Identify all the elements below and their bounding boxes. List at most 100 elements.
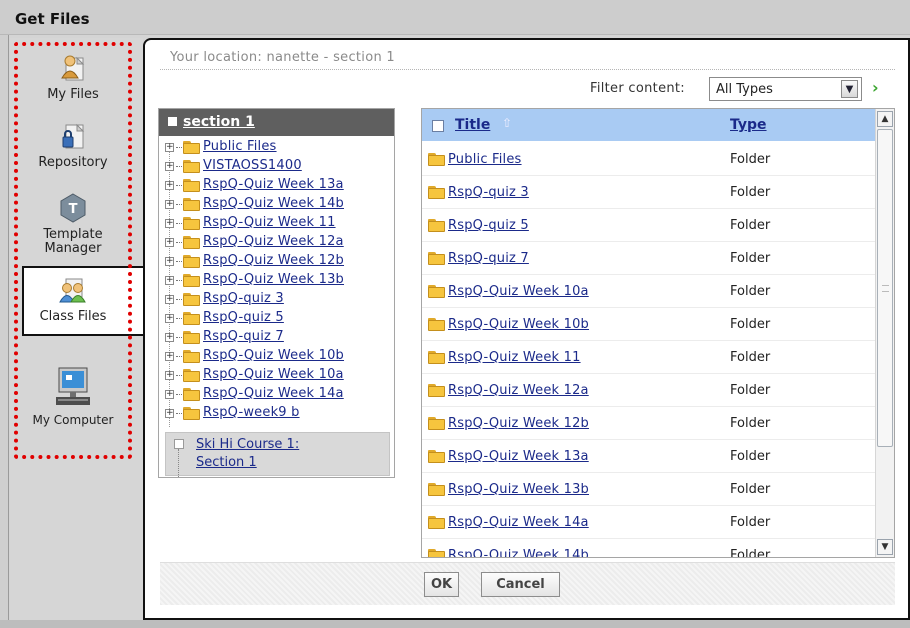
file-link[interactable]: RspQ-quiz 5 [448,218,529,233]
expand-icon[interactable]: + [165,313,174,323]
tree-root-label[interactable]: section 1 [183,114,255,130]
tree-item[interactable]: + RspQ-Quiz Week 12b [165,253,344,269]
nav-item-my-computer[interactable]: My Computer [14,365,132,427]
list-item[interactable]: RspQ-quiz 3 Folder [422,176,875,209]
file-link[interactable]: RspQ-Quiz Week 13b [448,482,589,497]
file-link[interactable]: RspQ-Quiz Week 14a [448,515,589,530]
folder-icon [183,349,200,363]
nav-item-class-files[interactable]: Class Files [14,276,132,324]
tree-item-link[interactable]: VISTAOSS1400 [203,158,302,173]
scroll-up-icon[interactable]: ▲ [877,111,893,127]
type-column-header[interactable]: Type [730,117,767,133]
tree-item-link[interactable]: RspQ-Quiz Week 12b [203,253,344,268]
tree-connector [176,317,182,319]
file-link[interactable]: RspQ-quiz 3 [448,185,529,200]
tree-item-link[interactable]: RspQ-Quiz Week 12a [203,234,344,249]
expand-icon[interactable]: + [165,370,174,380]
expand-icon[interactable]: + [165,180,174,190]
tree-item[interactable]: + RspQ-Quiz Week 14b [165,196,344,212]
tree-item-link[interactable]: RspQ-quiz 3 [203,291,284,306]
expand-icon[interactable]: + [165,161,174,171]
tree-item[interactable]: + RspQ-Quiz Week 13a [165,177,344,193]
list-item[interactable]: RspQ-Quiz Week 14a Folder [422,506,875,539]
vertical-scrollbar[interactable]: ▲ ▼ [875,109,894,557]
expand-icon[interactable]: + [165,237,174,247]
tree-item[interactable]: + RspQ-week9 b [165,405,300,421]
scrollbar-thumb[interactable] [877,129,893,447]
select-all-checkbox[interactable] [432,120,444,132]
file-link[interactable]: RspQ-Quiz Week 11 [448,350,581,365]
tree-item[interactable]: + Public Files [165,139,277,155]
tree-item-link[interactable]: RspQ-Quiz Week 14b [203,196,344,211]
tree-item-link[interactable]: RspQ-Quiz Week 13b [203,272,344,287]
course-section-item[interactable]: Ski Hi Course 1: Section 1 [165,432,390,477]
chevron-down-icon[interactable]: ▼ [841,80,858,98]
list-item-name: RspQ-Quiz Week 10b [428,317,589,332]
nav-item-repository[interactable]: Repository [14,120,132,170]
expand-icon[interactable]: + [165,294,174,304]
expand-icon[interactable]: + [165,142,174,152]
tree-root[interactable]: section 1 [159,109,394,136]
expand-icon[interactable]: + [165,256,174,266]
tree-item[interactable]: + RspQ-Quiz Week 13b [165,272,344,288]
list-item[interactable]: RspQ-Quiz Week 10a Folder [422,275,875,308]
nav-item-my-files[interactable]: My Files [14,52,132,102]
filter-select[interactable]: All Types ▼ [709,77,862,101]
filter-go-arrow-icon[interactable]: › [872,80,886,96]
title-column-header[interactable]: Title [455,117,490,133]
course-section-link[interactable]: Ski Hi Course 1: Section 1 [196,436,376,472]
expand-icon[interactable]: + [165,218,174,228]
tree-item[interactable]: + RspQ-quiz 3 [165,291,284,307]
tree-connector [176,279,182,281]
file-link[interactable]: RspQ-Quiz Week 13a [448,449,589,464]
cancel-button[interactable]: Cancel [481,572,560,597]
expand-icon[interactable]: + [165,351,174,361]
expand-icon[interactable]: + [165,408,174,418]
list-item[interactable]: RspQ-quiz 5 Folder [422,209,875,242]
file-link[interactable]: RspQ-Quiz Week 10b [448,317,589,332]
scroll-down-icon[interactable]: ▼ [877,539,893,555]
tree-item[interactable]: + RspQ-Quiz Week 14a [165,386,344,402]
nav-item-template-manager[interactable]: T Template Manager [14,192,132,256]
tree-item-link[interactable]: RspQ-Quiz Week 10b [203,348,344,363]
folder-icon [428,417,445,430]
tree-item[interactable]: + RspQ-quiz 5 [165,310,284,326]
list-item[interactable]: RspQ-Quiz Week 13a Folder [422,440,875,473]
tree-item[interactable]: + RspQ-Quiz Week 11 [165,215,336,231]
tree-item[interactable]: + RspQ-Quiz Week 10b [165,348,344,364]
tree-item[interactable]: + RspQ-Quiz Week 12a [165,234,344,250]
list-item[interactable]: Public Files Folder [422,143,875,176]
list-item[interactable]: RspQ-Quiz Week 10b Folder [422,308,875,341]
tree-item-link[interactable]: Public Files [203,139,277,154]
expand-icon[interactable]: + [165,389,174,399]
list-item[interactable]: RspQ-Quiz Week 11 Folder [422,341,875,374]
tree-item[interactable]: + RspQ-Quiz Week 10a [165,367,344,383]
list-item[interactable]: RspQ-Quiz Week 14b Folder [422,539,875,557]
file-link[interactable]: RspQ-Quiz Week 12a [448,383,589,398]
tree-item-link[interactable]: RspQ-quiz 5 [203,310,284,325]
expand-icon[interactable]: + [165,275,174,285]
file-link[interactable]: RspQ-Quiz Week 10a [448,284,589,299]
ok-button[interactable]: OK [424,572,459,597]
title-bar: Get Files [0,0,910,35]
tree-item-link[interactable]: RspQ-Quiz Week 10a [203,367,344,382]
tree-item-link[interactable]: RspQ-Quiz Week 14a [203,386,344,401]
list-item[interactable]: RspQ-Quiz Week 13b Folder [422,473,875,506]
file-link[interactable]: Public Files [448,152,522,167]
tree-item-link[interactable]: RspQ-week9 b [203,405,300,420]
expand-icon[interactable]: + [165,199,174,209]
file-link[interactable]: RspQ-Quiz Week 14b [448,548,589,557]
sort-ascending-icon[interactable]: ⇧ [502,116,512,130]
tree-item[interactable]: + VISTAOSS1400 [165,158,302,174]
list-item[interactable]: RspQ-Quiz Week 12a Folder [422,374,875,407]
expand-icon[interactable]: + [165,332,174,342]
tree-item-link[interactable]: RspQ-Quiz Week 13a [203,177,344,192]
folder-icon [428,219,445,232]
tree-item-link[interactable]: RspQ-Quiz Week 11 [203,215,336,230]
file-link[interactable]: RspQ-Quiz Week 12b [448,416,589,431]
tree-item[interactable]: + RspQ-quiz 7 [165,329,284,345]
file-link[interactable]: RspQ-quiz 7 [448,251,529,266]
list-item[interactable]: RspQ-Quiz Week 12b Folder [422,407,875,440]
tree-item-link[interactable]: RspQ-quiz 7 [203,329,284,344]
list-item[interactable]: RspQ-quiz 7 Folder [422,242,875,275]
